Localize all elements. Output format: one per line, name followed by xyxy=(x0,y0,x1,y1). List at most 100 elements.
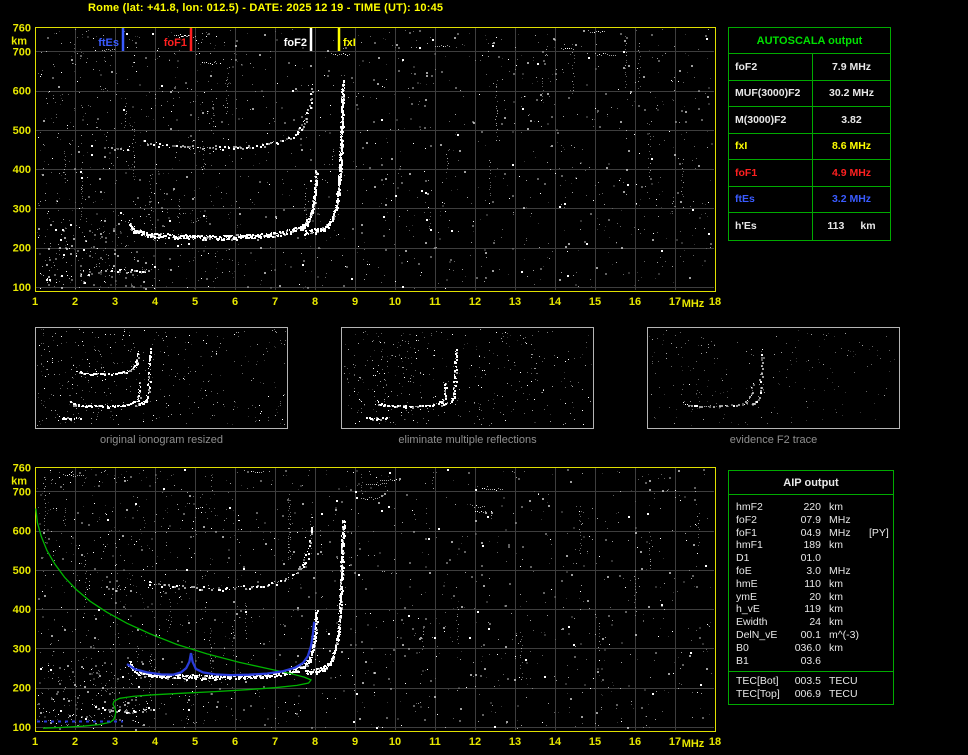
ionogram-plot-bottom: 123456789101112131415161718MHz7607006005… xyxy=(0,458,726,755)
svg-text:17: 17 xyxy=(669,296,681,308)
svg-text:300: 300 xyxy=(13,643,31,655)
svg-text:13: 13 xyxy=(509,296,521,308)
aip-row-hmF2: hmF2220km xyxy=(729,501,893,514)
autoscala-table-header: AUTOSCALA output xyxy=(729,28,890,54)
aip-row-TEC[Top]: TEC[Top]006.9TECU xyxy=(729,688,893,701)
svg-text:foF2: foF2 xyxy=(284,37,307,49)
svg-text:7: 7 xyxy=(272,296,278,308)
svg-text:11: 11 xyxy=(429,296,441,308)
autoscala-param-label: h'Es xyxy=(729,213,813,240)
svg-text:17: 17 xyxy=(669,736,681,748)
svg-text:6: 6 xyxy=(232,296,238,308)
aip-row-ymE: ymE20km xyxy=(729,591,893,604)
autoscala-result-screen: Rome (lat: +41.8, lon: 012.5) - DATE: 20… xyxy=(0,0,968,755)
svg-text:760: 760 xyxy=(13,463,31,475)
aip-row-B1: B103.6 xyxy=(729,655,893,668)
svg-text:400: 400 xyxy=(13,164,31,176)
svg-text:200: 200 xyxy=(13,683,31,695)
svg-text:MHz: MHz xyxy=(682,738,705,750)
svg-text:14: 14 xyxy=(549,296,562,308)
svg-text:12: 12 xyxy=(469,296,481,308)
autoscala-table-rows: foF27.9 MHzMUF(3000)F230.2 MHzM(3000)F23… xyxy=(729,54,890,240)
autoscala-row-MUF(3000)F2: MUF(3000)F230.2 MHz xyxy=(729,81,890,108)
svg-text:18: 18 xyxy=(709,296,721,308)
svg-text:ftEs: ftEs xyxy=(98,37,119,49)
svg-text:2: 2 xyxy=(72,736,78,748)
autoscala-param-label: foF1 xyxy=(729,160,813,186)
svg-text:500: 500 xyxy=(13,565,31,577)
aip-row-h_vE: h_vE119km xyxy=(729,603,893,616)
svg-text:14: 14 xyxy=(549,736,562,748)
svg-text:3: 3 xyxy=(112,296,118,308)
aip-row-foE: foE3.0MHz xyxy=(729,565,893,578)
svg-text:8: 8 xyxy=(312,736,318,748)
thumbnail-evidence-f2 xyxy=(647,327,900,429)
svg-text:5: 5 xyxy=(192,296,198,308)
svg-text:10: 10 xyxy=(389,736,401,748)
thumbnail-caption-eliminate: eliminate multiple reflections xyxy=(341,434,594,446)
svg-text:760: 760 xyxy=(13,23,31,35)
aip-separator xyxy=(729,671,893,672)
svg-text:km: km xyxy=(11,36,27,48)
svg-text:600: 600 xyxy=(13,526,31,538)
aip-row-hmE: hmE110km xyxy=(729,578,893,591)
svg-text:10: 10 xyxy=(389,296,401,308)
autoscala-row-fxI: fxI8.6 MHz xyxy=(729,134,890,161)
thumbnail-caption-evidence: evidence F2 trace xyxy=(647,434,900,446)
svg-text:15: 15 xyxy=(589,736,601,748)
thumbnail-original-image xyxy=(36,328,287,428)
autoscala-param-value: 3.2 MHz xyxy=(813,187,890,213)
svg-text:MHz: MHz xyxy=(682,298,705,310)
aip-row-Ewidth: Ewidth24km xyxy=(729,616,893,629)
svg-text:9: 9 xyxy=(352,296,358,308)
autoscala-param-label: M(3000)F2 xyxy=(729,107,813,133)
svg-text:fxI: fxI xyxy=(343,37,356,49)
svg-text:11: 11 xyxy=(429,736,441,748)
thumbnail-eliminate-multiples xyxy=(341,327,594,429)
svg-text:3: 3 xyxy=(112,736,118,748)
ionogram-plot-top: 123456789101112131415161718MHz7607006005… xyxy=(0,18,726,312)
autoscala-param-value: 8.6 MHz xyxy=(813,134,890,160)
thumbnail-caption-original: original ionogram resized xyxy=(35,434,288,446)
aip-table-rows: hmF2220kmfoF207.9MHzfoF104.9MHz[PY]hmF11… xyxy=(729,495,893,701)
svg-text:foF1: foF1 xyxy=(164,37,187,49)
aip-row-foF2: foF207.9MHz xyxy=(729,514,893,527)
svg-text:4: 4 xyxy=(152,296,159,308)
autoscala-row-foF2: foF27.9 MHz xyxy=(729,54,890,81)
svg-text:7: 7 xyxy=(272,736,278,748)
aip-row-foF1: foF104.9MHz[PY] xyxy=(729,527,893,540)
autoscala-row-ftEs: ftEs3.2 MHz xyxy=(729,187,890,214)
svg-text:100: 100 xyxy=(13,282,31,294)
autoscala-row-foF1: foF14.9 MHz xyxy=(729,160,890,187)
aip-table-header: AIP output xyxy=(729,471,893,495)
autoscala-param-value: 4.9 MHz xyxy=(813,160,890,186)
svg-text:300: 300 xyxy=(13,203,31,215)
aip-row-DelN_vE: DelN_vE00.1m^(-3) xyxy=(729,629,893,642)
svg-text:400: 400 xyxy=(13,604,31,616)
svg-text:8: 8 xyxy=(312,296,318,308)
svg-text:12: 12 xyxy=(469,736,481,748)
aip-row-D1: D101.0 xyxy=(729,552,893,565)
autoscala-param-label: MUF(3000)F2 xyxy=(729,81,813,107)
svg-text:13: 13 xyxy=(509,736,521,748)
svg-text:2: 2 xyxy=(72,296,78,308)
svg-text:500: 500 xyxy=(13,125,31,137)
svg-text:200: 200 xyxy=(13,243,31,255)
autoscala-param-value: 30.2 MHz xyxy=(813,81,890,107)
thumbnail-evidence-f2-image xyxy=(648,328,899,428)
svg-text:1: 1 xyxy=(32,736,38,748)
svg-text:6: 6 xyxy=(232,736,238,748)
autoscala-row-h'Es: h'Es113km xyxy=(729,213,890,240)
autoscala-param-label: fxI xyxy=(729,134,813,160)
svg-text:9: 9 xyxy=(352,736,358,748)
svg-text:4: 4 xyxy=(152,736,159,748)
aip-row-hmF1: hmF1189km xyxy=(729,539,893,552)
svg-text:16: 16 xyxy=(629,736,641,748)
svg-text:700: 700 xyxy=(13,46,31,58)
svg-text:km: km xyxy=(11,476,27,488)
aip-output-table: AIP output hmF2220kmfoF207.9MHzfoF104.9M… xyxy=(728,470,894,705)
svg-text:16: 16 xyxy=(629,296,641,308)
autoscala-output-table: AUTOSCALA output foF27.9 MHzMUF(3000)F23… xyxy=(728,27,891,241)
autoscala-param-value: 113km xyxy=(813,213,890,240)
autoscala-row-M(3000)F2: M(3000)F23.82 xyxy=(729,107,890,134)
